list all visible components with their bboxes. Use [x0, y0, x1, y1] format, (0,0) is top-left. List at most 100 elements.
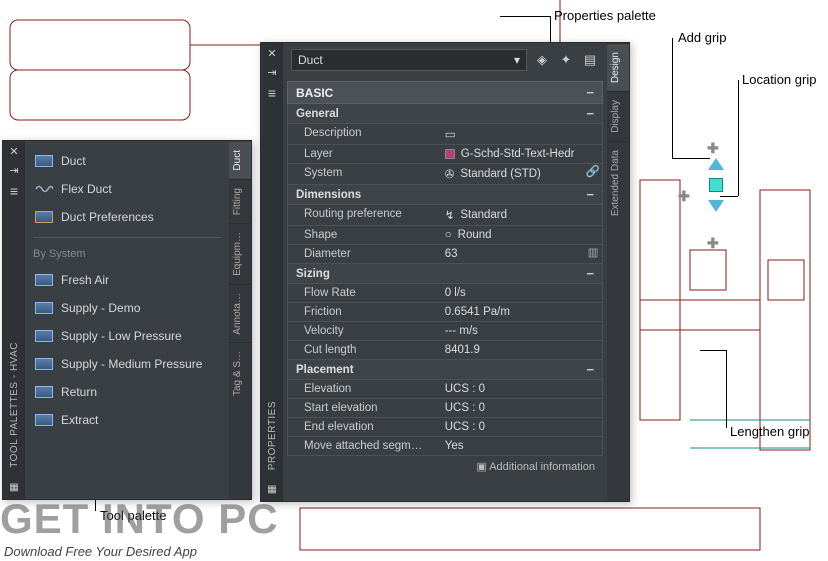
list-icon[interactable]: ▥	[584, 245, 602, 263]
collapse-icon[interactable]: −	[586, 266, 594, 281]
section-basic[interactable]: BASIC −	[287, 81, 603, 104]
prefs-icon	[35, 208, 53, 226]
tool-item-label: Supply - Demo	[61, 301, 140, 315]
additional-info-link[interactable]: ▣ Additional information	[287, 456, 603, 477]
flex-duct-icon	[35, 180, 53, 198]
tool-palette-title: TOOL PALETTES - HVAC	[9, 342, 20, 468]
collapse-icon[interactable]: −	[586, 187, 594, 202]
prop-description[interactable]: Description ▭	[287, 124, 603, 145]
tool-item-flex-duct[interactable]: Flex Duct	[31, 175, 223, 203]
properties-palette: ✕ ⇥ ≡ PROPERTIES ▦ Duct ▾ ◈ ✦ ▤ BASIC −	[260, 42, 630, 502]
callout-add-grip: Add grip	[678, 30, 726, 45]
prop-velocity[interactable]: Velocity --- m/s	[287, 322, 603, 341]
prop-diameter[interactable]: Diameter 63 ▥	[287, 245, 603, 264]
tool-palette-rail[interactable]: ✕ ⇥ ≡ TOOL PALETTES - HVAC ▦	[3, 141, 25, 499]
grip-arrow-down[interactable]	[708, 200, 724, 212]
subsection-sizing[interactable]: Sizing −	[287, 264, 603, 284]
side-tab-display[interactable]: Display	[607, 91, 629, 141]
dropdown-value: Duct	[298, 53, 323, 67]
properties-rail[interactable]: ✕ ⇥ ≡ PROPERTIES ▦	[261, 43, 283, 501]
select-similar-icon[interactable]: ✦	[557, 51, 575, 69]
prop-start-elev[interactable]: Start elevation UCS : 0	[287, 399, 603, 418]
tool-item-supply-low[interactable]: Supply - Low Pressure	[31, 322, 223, 350]
tab-duct[interactable]: Duct	[229, 141, 251, 179]
tool-item-return[interactable]: Return	[31, 378, 223, 406]
plus-icon: ✚	[678, 188, 690, 205]
tool-item-supply-demo[interactable]: Supply - Demo	[31, 294, 223, 322]
callout-properties-palette: Properties palette	[554, 8, 656, 23]
prop-move-attached[interactable]: Move attached segm… Yes	[287, 437, 603, 456]
layer-color-swatch	[445, 149, 455, 159]
collapse-icon[interactable]: −	[586, 362, 594, 377]
duct-icon	[35, 271, 53, 289]
subsection-dimensions[interactable]: Dimensions −	[287, 185, 603, 205]
info-icon: ▣	[476, 461, 486, 473]
collapse-icon[interactable]: −	[586, 85, 594, 100]
prop-shape[interactable]: Shape ○Round	[287, 226, 603, 245]
duct-icon	[35, 152, 53, 170]
memo-icon: ▭	[445, 127, 456, 141]
tool-item-label: Return	[61, 385, 97, 399]
tool-section-header: By System	[31, 244, 223, 266]
tool-item-fresh-air[interactable]: Fresh Air	[31, 266, 223, 294]
side-tab-extended[interactable]: Extended Data	[607, 141, 629, 224]
close-icon[interactable]: ✕	[267, 47, 276, 60]
prop-elevation[interactable]: Elevation UCS : 0	[287, 380, 603, 399]
tool-palette-tabs: Duct Fitting Equipm… Annota… Tag & S…	[229, 141, 251, 499]
duct-icon	[35, 299, 53, 317]
prop-flow-rate[interactable]: Flow Rate 0 l/s	[287, 284, 603, 303]
plus-icon: ✚	[707, 140, 719, 157]
watermark-text: GET INTO PC	[0, 495, 279, 543]
prop-cut-length[interactable]: Cut length 8401.9	[287, 341, 603, 360]
properties-side-tabs: Design Display Extended Data	[607, 43, 629, 501]
prop-end-elev[interactable]: End elevation UCS : 0	[287, 418, 603, 437]
system-icon: ✇	[445, 167, 455, 181]
pin-icon[interactable]: ⇥	[267, 66, 276, 79]
tool-palette-content: Duct Flex Duct Duct Preferences By Syste…	[25, 141, 229, 499]
tool-item-label: Flex Duct	[61, 182, 112, 196]
prop-friction[interactable]: Friction 0.6541 Pa/m	[287, 303, 603, 322]
tool-item-label: Duct Preferences	[61, 210, 154, 224]
tool-palette: ✕ ⇥ ≡ TOOL PALETTES - HVAC ▦ Duct Flex D…	[2, 140, 252, 500]
grip-arrow-up[interactable]	[708, 158, 724, 170]
subsection-placement[interactable]: Placement −	[287, 360, 603, 380]
tool-item-duct[interactable]: Duct	[31, 147, 223, 175]
pin-icon[interactable]: ⇥	[9, 164, 18, 177]
tool-item-label: Extract	[61, 413, 98, 427]
tool-item-supply-medium[interactable]: Supply - Medium Pressure	[31, 350, 223, 378]
grip-location-box[interactable]	[709, 178, 723, 192]
options-icon[interactable]: ≡	[10, 183, 18, 199]
tool-item-label: Duct	[61, 154, 86, 168]
options-icon[interactable]: ≡	[268, 85, 276, 101]
tab-equipment[interactable]: Equipm…	[229, 223, 251, 284]
duct-icon	[35, 411, 53, 429]
collapse-icon[interactable]: −	[586, 106, 594, 121]
tab-fitting[interactable]: Fitting	[229, 179, 251, 223]
properties-title: PROPERTIES	[267, 401, 278, 470]
side-tab-design[interactable]: Design	[607, 43, 629, 91]
subsection-general[interactable]: General −	[287, 104, 603, 124]
quick-select-icon[interactable]: ◈	[533, 51, 551, 69]
properties-toolbar: Duct ▾ ◈ ✦ ▤	[283, 43, 607, 79]
prop-layer[interactable]: Layer G-Schd-Std-Text-Hedr	[287, 145, 603, 164]
chevron-down-icon: ▾	[514, 53, 520, 67]
object-type-dropdown[interactable]: Duct ▾	[291, 49, 527, 71]
callout-location-grip: Location grip	[742, 72, 816, 87]
prop-system[interactable]: System ✇Standard (STD) 🔗	[287, 164, 603, 185]
tool-item-label: Fresh Air	[61, 273, 109, 287]
circle-icon: ○	[445, 229, 452, 241]
grid-icon[interactable]: ▦	[9, 482, 18, 493]
palette-options-icon[interactable]: ▤	[581, 51, 599, 69]
properties-list: BASIC − General − Description ▭ Layer G-…	[283, 79, 607, 501]
tool-item-label: Supply - Medium Pressure	[61, 357, 202, 371]
close-icon[interactable]: ✕	[9, 145, 18, 158]
prop-routing[interactable]: Routing preference ↯Standard	[287, 205, 603, 226]
tool-item-extract[interactable]: Extract	[31, 406, 223, 434]
tab-annotation[interactable]: Annota…	[229, 284, 251, 343]
grid-icon[interactable]: ▦	[267, 484, 276, 495]
link-icon[interactable]: 🔗	[584, 164, 602, 184]
plus-icon: ✚	[707, 235, 719, 252]
tool-item-duct-prefs[interactable]: Duct Preferences	[31, 203, 223, 231]
grip-widget[interactable]: ✚ ✚ ✚	[696, 158, 736, 248]
tab-tag[interactable]: Tag & S…	[229, 342, 251, 404]
